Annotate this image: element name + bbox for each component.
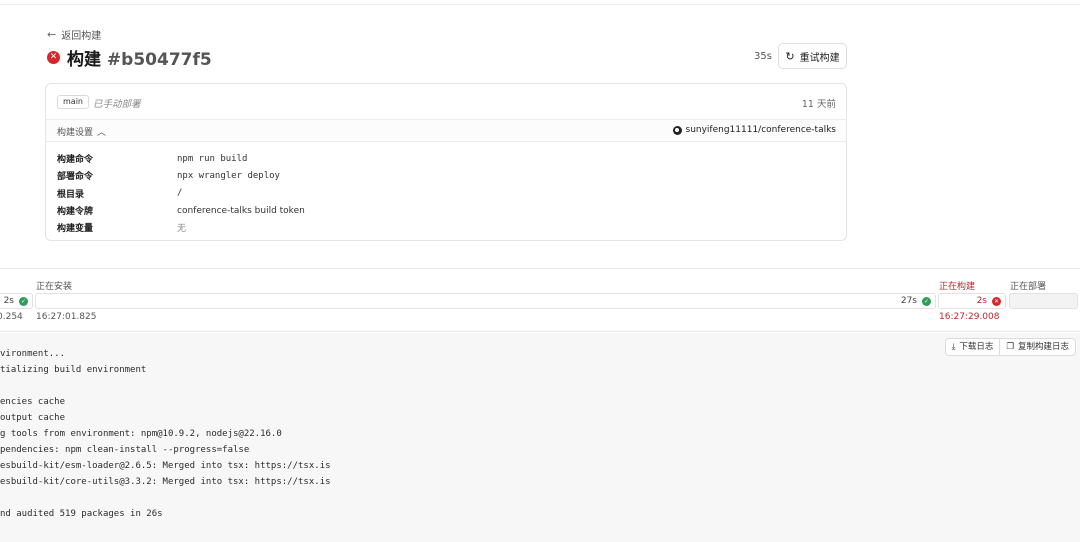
settings-row: 构建变量 无	[57, 219, 305, 236]
branch-badge: main	[57, 95, 89, 109]
stage-start-time: 0.254	[0, 312, 23, 322]
chevron-up-icon: ︿	[97, 128, 107, 138]
log-actions: ⤓ 下载日志 ❐ 复制构建日志	[944, 338, 1076, 356]
retry-label: 重试构建	[799, 52, 840, 64]
download-icon: ⤓	[951, 342, 956, 352]
error-status-icon: ✕	[47, 51, 60, 64]
page-title: 构建 #b50477f5	[67, 45, 212, 70]
setting-value: conference-talks build token	[177, 205, 305, 216]
check-icon: ✓	[19, 297, 28, 306]
log-line: encies cache	[0, 397, 66, 407]
settings-row: 构建令牌 conference-talks build token	[57, 202, 305, 219]
stage-bar-deploy[interactable]	[1009, 293, 1078, 309]
log-line: esbuild-kit/esm-loader@2.6.5: Merged int…	[0, 461, 331, 471]
build-settings-toggle[interactable]: 构建设置 ︿	[57, 125, 106, 138]
stage-label-install: 正在安装	[36, 282, 73, 292]
title-prefix: 构建	[67, 50, 101, 70]
log-line: tializing build environment	[0, 365, 147, 375]
stage-duration: 2s	[3, 296, 14, 306]
log-line: nd audited 519 packages in 26s	[0, 509, 163, 519]
top-divider	[0, 0, 1080, 5]
card-header: main 已手动部署 11 天前	[46, 84, 846, 120]
log-line: vironment...	[0, 349, 66, 359]
setting-key: 部署命令	[57, 172, 94, 183]
time-ago: 11 天前	[801, 99, 836, 110]
setting-key: 根目录	[57, 189, 85, 200]
build-log[interactable]: ⤓ 下载日志 ❐ 复制构建日志 vironment... tializing b…	[0, 333, 1080, 542]
settings-row: 部署命令 npx wrangler deploy	[57, 167, 305, 184]
log-line: pendencies: npm clean-install --progress…	[0, 445, 250, 455]
arrow-left-icon: ←	[47, 28, 57, 41]
copy-log-button[interactable]: ❐ 复制构建日志	[999, 339, 1075, 355]
build-info-card: main 已手动部署 11 天前 构建设置 ︿ sunyifeng11111/c…	[45, 83, 847, 241]
build-id: #b50477f5	[106, 50, 212, 70]
check-icon: ✓	[922, 297, 931, 306]
setting-key: 构建命令	[57, 155, 94, 166]
stage-bar-initialize[interactable]: 2s ✓	[0, 293, 33, 309]
stage-bar-install[interactable]: 27s ✓	[35, 293, 936, 309]
copy-icon: ❐	[1006, 342, 1014, 352]
build-stages: 2s ✓ 0.254 正在安装 27s ✓ 16:27:01.825 正在构建 …	[0, 268, 1080, 332]
deploy-type: 已手动部署	[93, 99, 141, 110]
download-label: 下载日志	[959, 342, 994, 352]
stage-start-time: 16:27:29.008	[939, 312, 1000, 322]
setting-value: /	[177, 188, 183, 199]
settings-bar: 构建设置 ︿ sunyifeng11111/conference-talks	[46, 120, 846, 142]
setting-value: npm run build	[177, 153, 248, 164]
error-icon: ✕	[992, 297, 1001, 306]
build-duration: 35s	[754, 51, 772, 62]
setting-key: 构建变量	[57, 224, 94, 235]
repo-name: sunyifeng11111/conference-talks	[685, 125, 837, 135]
retry-build-button[interactable]: ↻ 重试构建	[778, 43, 847, 69]
copy-label: 复制构建日志	[1017, 342, 1069, 352]
settings-row: 构建命令 npm run build	[57, 150, 305, 167]
repo-link[interactable]: sunyifeng11111/conference-talks	[672, 125, 837, 135]
settings-row: 根目录 /	[57, 185, 305, 202]
stage-bar-build[interactable]: 2s ✕	[938, 293, 1006, 309]
setting-value: npx wrangler deploy	[177, 170, 280, 181]
stage-duration: 27s	[900, 296, 917, 306]
stage-duration: 2s	[976, 296, 987, 306]
log-lines: vironment... tializing build environment…	[0, 346, 331, 522]
back-label: 返回构建	[61, 31, 102, 42]
refresh-icon: ↻	[785, 49, 795, 63]
log-line: output cache	[0, 413, 66, 423]
stage-label-deploy: 正在部署	[1010, 282, 1047, 292]
log-line: g tools from environment: npm@10.9.2, no…	[0, 429, 282, 439]
setting-value: 无	[177, 224, 187, 235]
back-to-builds-link[interactable]: ← 返回构建	[47, 27, 101, 42]
log-line: esbuild-kit/core-utils@3.3.2: Merged int…	[0, 477, 331, 487]
build-settings-table: 构建命令 npm run build 部署命令 npx wrangler dep…	[57, 150, 305, 236]
setting-key: 构建令牌	[57, 207, 94, 218]
stage-start-time: 16:27:01.825	[36, 312, 97, 322]
page-title-row: ✕ 构建 #b50477f5	[47, 45, 212, 70]
stage-label-build: 正在构建	[939, 282, 976, 292]
download-log-button[interactable]: ⤓ 下载日志	[946, 339, 1000, 355]
settings-label: 构建设置	[57, 128, 94, 138]
github-icon	[672, 125, 682, 135]
